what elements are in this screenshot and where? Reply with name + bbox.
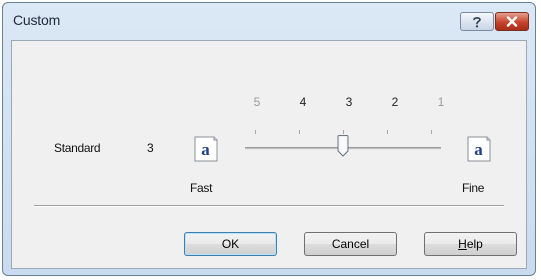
slider-thumb[interactable] <box>337 135 349 157</box>
cancel-button[interactable]: Cancel <box>304 232 397 256</box>
dialog-client-area: Standard 3 5 4 3 2 1 a a Fast Fine OK Ca <box>11 40 527 269</box>
quality-label: Standard <box>54 141 101 155</box>
close-x-icon <box>506 16 518 27</box>
dialog-title: Custom <box>13 12 61 28</box>
separator <box>34 205 504 207</box>
custom-dialog: Custom Standard 3 5 4 3 2 1 a a Fast Fin… <box>2 2 536 276</box>
question-icon <box>473 16 481 27</box>
scale-label-5: 5 <box>253 95 261 109</box>
ok-button[interactable]: OK <box>184 232 277 256</box>
help-button[interactable]: Help <box>424 232 517 256</box>
scale-label-1: 1 <box>437 95 445 109</box>
fast-quality-icon: a <box>194 136 218 162</box>
scale-label-3: 3 <box>345 95 353 109</box>
help-mnemonic: H <box>458 237 467 251</box>
quality-value: 3 <box>147 141 154 155</box>
slider-tick <box>343 130 344 134</box>
slider-tick <box>299 130 300 134</box>
fine-quality-icon: a <box>467 136 491 162</box>
help-label-rest: elp <box>466 237 483 251</box>
slider-tick <box>431 130 432 134</box>
slider-tick <box>387 130 388 134</box>
scale-label-2: 2 <box>391 95 399 109</box>
svg-text:a: a <box>201 140 210 159</box>
scale-label-4: 4 <box>299 95 307 109</box>
help-title-button[interactable] <box>460 12 494 31</box>
svg-text:a: a <box>474 140 483 159</box>
title-bar[interactable]: Custom <box>3 3 535 39</box>
close-button[interactable] <box>495 12 529 31</box>
quality-slider[interactable] <box>245 129 441 163</box>
fine-label: Fine <box>462 181 485 195</box>
slider-tick <box>255 130 256 134</box>
fast-label: Fast <box>190 181 213 195</box>
